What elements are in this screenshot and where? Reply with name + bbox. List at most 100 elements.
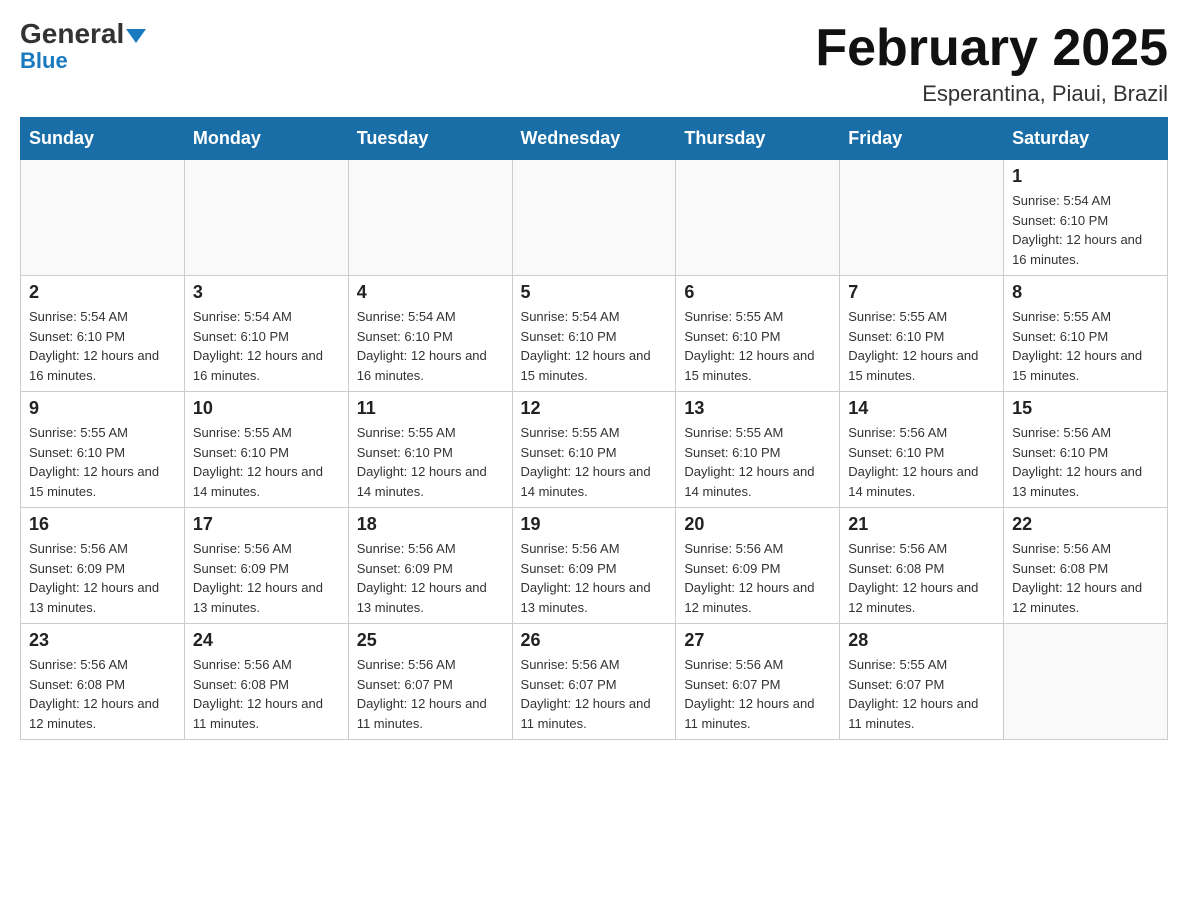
day-number: 19 [521,514,668,535]
page-header: General Blue February 2025 Esperantina, … [20,20,1168,107]
day-number: 10 [193,398,340,419]
logo-general-text: General [20,20,146,48]
day-info: Sunrise: 5:56 AM Sunset: 6:07 PM Dayligh… [521,655,668,733]
table-row: 21 Sunrise: 5:56 AM Sunset: 6:08 PM Dayli… [840,508,1004,624]
day-number: 12 [521,398,668,419]
table-row: 15 Sunrise: 5:56 AM Sunset: 6:10 PM Dayli… [1004,392,1168,508]
day-info: Sunrise: 5:55 AM Sunset: 6:10 PM Dayligh… [684,423,831,501]
day-info: Sunrise: 5:55 AM Sunset: 6:10 PM Dayligh… [193,423,340,501]
day-number: 9 [29,398,176,419]
table-row: 6 Sunrise: 5:55 AM Sunset: 6:10 PM Daylig… [676,276,840,392]
day-number: 20 [684,514,831,535]
title-block: February 2025 Esperantina, Piaui, Brazil [815,20,1168,107]
table-row: 18 Sunrise: 5:56 AM Sunset: 6:09 PM Dayli… [348,508,512,624]
day-info: Sunrise: 5:55 AM Sunset: 6:10 PM Dayligh… [848,307,995,385]
day-number: 4 [357,282,504,303]
table-row [512,160,676,276]
col-thursday: Thursday [676,118,840,160]
day-info: Sunrise: 5:56 AM Sunset: 6:09 PM Dayligh… [521,539,668,617]
day-info: Sunrise: 5:56 AM Sunset: 6:08 PM Dayligh… [193,655,340,733]
day-info: Sunrise: 5:55 AM Sunset: 6:10 PM Dayligh… [521,423,668,501]
calendar-week-row: 23 Sunrise: 5:56 AM Sunset: 6:08 PM Dayli… [21,624,1168,740]
table-row: 24Sunrise: 5:56 AM Sunset: 6:08 PM Dayli… [184,624,348,740]
table-row: 16 Sunrise: 5:56 AM Sunset: 6:09 PM Dayli… [21,508,185,624]
day-number: 21 [848,514,995,535]
calendar-week-row: 9 Sunrise: 5:55 AM Sunset: 6:10 PM Daylig… [21,392,1168,508]
day-info: Sunrise: 5:56 AM Sunset: 6:10 PM Dayligh… [1012,423,1159,501]
day-info: Sunrise: 5:56 AM Sunset: 6:09 PM Dayligh… [357,539,504,617]
table-row: 22 Sunrise: 5:56 AM Sunset: 6:08 PM Dayli… [1004,508,1168,624]
table-row: 12 Sunrise: 5:55 AM Sunset: 6:10 PM Dayli… [512,392,676,508]
calendar-subtitle: Esperantina, Piaui, Brazil [815,81,1168,107]
table-row: 28 Sunrise: 5:55 AM Sunset: 6:07 PM Dayli… [840,624,1004,740]
day-info: Sunrise: 5:56 AM Sunset: 6:08 PM Dayligh… [29,655,176,733]
day-info: Sunrise: 5:56 AM Sunset: 6:09 PM Dayligh… [193,539,340,617]
calendar-week-row: 16 Sunrise: 5:56 AM Sunset: 6:09 PM Dayli… [21,508,1168,624]
table-row: 20 Sunrise: 5:56 AM Sunset: 6:09 PM Dayli… [676,508,840,624]
day-number: 27 [684,630,831,651]
calendar-header-row: Sunday Monday Tuesday Wednesday Thursday… [21,118,1168,160]
day-info: Sunrise: 5:54 AM Sunset: 6:10 PM Dayligh… [1012,191,1159,269]
table-row: 1 Sunrise: 5:54 AM Sunset: 6:10 PM Daylig… [1004,160,1168,276]
calendar-table: Sunday Monday Tuesday Wednesday Thursday… [20,117,1168,740]
table-row: 13 Sunrise: 5:55 AM Sunset: 6:10 PM Dayli… [676,392,840,508]
table-row [348,160,512,276]
day-info: Sunrise: 5:55 AM Sunset: 6:10 PM Dayligh… [684,307,831,385]
table-row: 8 Sunrise: 5:55 AM Sunset: 6:10 PM Daylig… [1004,276,1168,392]
col-saturday: Saturday [1004,118,1168,160]
table-row: 10 Sunrise: 5:55 AM Sunset: 6:10 PM Dayli… [184,392,348,508]
calendar-week-row: 2 Sunrise: 5:54 AM Sunset: 6:10 PM Daylig… [21,276,1168,392]
table-row: 19 Sunrise: 5:56 AM Sunset: 6:09 PM Dayli… [512,508,676,624]
table-row: 27Sunrise: 5:56 AM Sunset: 6:07 PM Dayli… [676,624,840,740]
day-number: 13 [684,398,831,419]
table-row: 25 Sunrise: 5:56 AM Sunset: 6:07 PM Dayli… [348,624,512,740]
day-number: 8 [1012,282,1159,303]
day-info: Sunrise: 5:56 AM Sunset: 6:09 PM Dayligh… [29,539,176,617]
col-tuesday: Tuesday [348,118,512,160]
day-info: Sunrise: 5:56 AM Sunset: 6:08 PM Dayligh… [848,539,995,617]
day-number: 18 [357,514,504,535]
day-info: Sunrise: 5:54 AM Sunset: 6:10 PM Dayligh… [521,307,668,385]
table-row: 5 Sunrise: 5:54 AM Sunset: 6:10 PM Daylig… [512,276,676,392]
day-number: 16 [29,514,176,535]
day-number: 1 [1012,166,1159,187]
day-number: 7 [848,282,995,303]
day-info: Sunrise: 5:54 AM Sunset: 6:10 PM Dayligh… [357,307,504,385]
table-row: 7 Sunrise: 5:55 AM Sunset: 6:10 PM Daylig… [840,276,1004,392]
table-row: 26 Sunrise: 5:56 AM Sunset: 6:07 PM Dayli… [512,624,676,740]
logo-blue-text: Blue [20,48,68,73]
calendar-week-row: 1 Sunrise: 5:54 AM Sunset: 6:10 PM Daylig… [21,160,1168,276]
table-row: 9 Sunrise: 5:55 AM Sunset: 6:10 PM Daylig… [21,392,185,508]
day-number: 28 [848,630,995,651]
day-number: 2 [29,282,176,303]
table-row: 14 Sunrise: 5:56 AM Sunset: 6:10 PM Dayli… [840,392,1004,508]
day-number: 17 [193,514,340,535]
col-wednesday: Wednesday [512,118,676,160]
col-sunday: Sunday [21,118,185,160]
col-monday: Monday [184,118,348,160]
table-row [840,160,1004,276]
day-info: Sunrise: 5:56 AM Sunset: 6:09 PM Dayligh… [684,539,831,617]
day-info: Sunrise: 5:56 AM Sunset: 6:10 PM Dayligh… [848,423,995,501]
table-row [21,160,185,276]
table-row: 11Sunrise: 5:55 AM Sunset: 6:10 PM Dayli… [348,392,512,508]
day-info: Sunrise: 5:55 AM Sunset: 6:10 PM Dayligh… [29,423,176,501]
day-info: Sunrise: 5:54 AM Sunset: 6:10 PM Dayligh… [29,307,176,385]
day-number: 14 [848,398,995,419]
day-number: 25 [357,630,504,651]
day-info: Sunrise: 5:55 AM Sunset: 6:07 PM Dayligh… [848,655,995,733]
day-number: 5 [521,282,668,303]
day-number: 22 [1012,514,1159,535]
day-number: 23 [29,630,176,651]
day-number: 6 [684,282,831,303]
day-info: Sunrise: 5:56 AM Sunset: 6:08 PM Dayligh… [1012,539,1159,617]
day-number: 26 [521,630,668,651]
table-row [184,160,348,276]
day-info: Sunrise: 5:56 AM Sunset: 6:07 PM Dayligh… [357,655,504,733]
table-row: 3Sunrise: 5:54 AM Sunset: 6:10 PM Daylig… [184,276,348,392]
table-row [676,160,840,276]
table-row: 17 Sunrise: 5:56 AM Sunset: 6:09 PM Dayli… [184,508,348,624]
day-info: Sunrise: 5:55 AM Sunset: 6:10 PM Dayligh… [357,423,504,501]
day-info: Sunrise: 5:55 AM Sunset: 6:10 PM Dayligh… [1012,307,1159,385]
day-number: 15 [1012,398,1159,419]
